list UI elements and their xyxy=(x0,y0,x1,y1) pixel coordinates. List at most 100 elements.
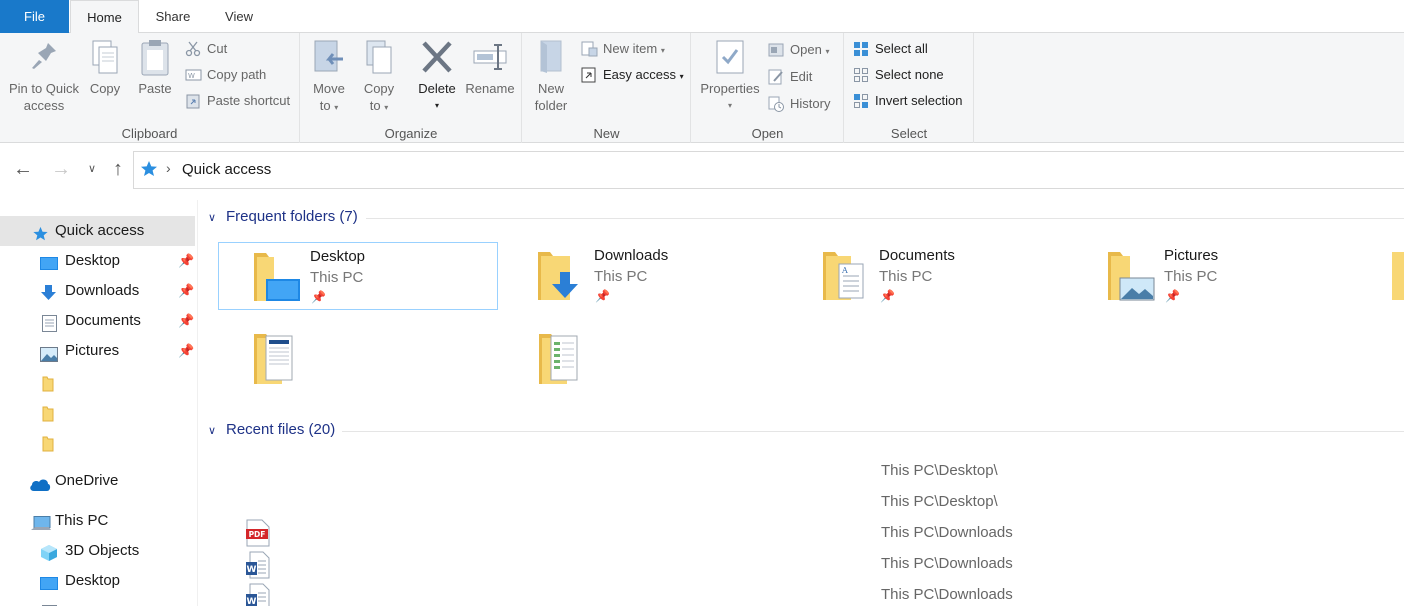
edit-icon xyxy=(768,69,785,85)
new-group-label: New xyxy=(593,126,620,141)
open-button[interactable]: Open ▾ xyxy=(768,39,829,61)
tile-name: Documents xyxy=(879,247,955,264)
forward-arrow-icon[interactable]: → xyxy=(49,157,73,181)
scissors-icon xyxy=(185,41,202,57)
copy-button[interactable]: Copy xyxy=(85,37,125,97)
select-all-button[interactable]: Select all xyxy=(853,38,928,60)
onedrive-cloud-icon xyxy=(29,473,51,491)
sidebar-item-quick-access[interactable]: Quick access xyxy=(0,216,195,246)
sidebar-item-onedrive[interactable]: OneDrive xyxy=(0,466,195,496)
pictures-folder-icon xyxy=(1106,250,1155,301)
desktop-icon xyxy=(40,573,58,590)
collapse-chevron-icon: ∨ xyxy=(208,425,217,437)
delete-label: Delete xyxy=(418,81,456,96)
pin-label-line1: Pin to Quick xyxy=(8,81,80,96)
paste-button[interactable]: Paste xyxy=(134,37,176,97)
sidebar-item-folder[interactable] xyxy=(0,426,195,456)
edit-button[interactable]: Edit xyxy=(768,66,812,88)
new-group: New folder New item ▾ Easy access ▾ New xyxy=(523,33,691,143)
tile-name: Downloads xyxy=(594,247,669,264)
cut-button[interactable]: Cut xyxy=(185,38,227,60)
sidebar-item-label: Quick access xyxy=(55,222,145,239)
pin-icon[interactable]: 📌 xyxy=(178,306,194,336)
easy-access-button[interactable]: Easy access ▾ xyxy=(581,64,684,86)
sidebar-item-this-pc[interactable]: This PC xyxy=(0,506,195,536)
sidebar-item-folder[interactable] xyxy=(0,366,195,396)
copy-to-line1: Copy xyxy=(363,81,395,96)
folder-icon xyxy=(42,433,59,452)
documents-icon xyxy=(42,313,59,332)
tab-share[interactable]: Share xyxy=(140,0,206,33)
sidebar-item-label: 3D Objects xyxy=(65,542,140,559)
up-arrow-icon[interactable]: ↑ xyxy=(106,157,130,181)
pin-icon[interactable]: 📌 xyxy=(178,336,194,366)
select-none-button[interactable]: Select none xyxy=(853,64,944,86)
sidebar-item-desktop-pc[interactable]: Desktop xyxy=(0,566,195,596)
recent-files-title: Recent files (20) xyxy=(226,421,336,438)
folder-tile-pictures[interactable]: Pictures This PC 📌 xyxy=(1073,242,1353,310)
back-arrow-icon[interactable]: ← xyxy=(11,157,35,181)
folder-tile-downloads[interactable]: Downloads This PC 📌 xyxy=(503,242,783,310)
paste-shortcut-label: Paste shortcut xyxy=(207,93,291,108)
folder-with-spreadsheet-icon[interactable] xyxy=(537,330,587,386)
tab-home[interactable]: Home xyxy=(70,0,139,34)
tab-file[interactable]: File xyxy=(0,0,69,33)
ribbon: Pin to Quick access Copy Paste Cut W Cop… xyxy=(0,33,1404,143)
select-group-label: Select xyxy=(890,126,928,141)
select-all-icon xyxy=(853,41,870,57)
move-to-button[interactable]: Move to ▾ xyxy=(309,37,349,116)
copy-to-button[interactable]: Copy to ▾ xyxy=(359,37,399,116)
pin-icon[interactable]: 📌 xyxy=(178,246,194,276)
sidebar-item-pictures[interactable]: Pictures 📌 xyxy=(0,336,195,366)
new-folder-button[interactable]: New folder xyxy=(531,37,571,114)
rename-label: Rename xyxy=(465,81,515,96)
word-file-icon[interactable]: W xyxy=(246,551,270,579)
recent-file-path: This PC\Desktop\ xyxy=(881,493,998,510)
history-button[interactable]: History xyxy=(768,93,830,115)
section-divider xyxy=(366,218,1404,219)
folder-tile-documents[interactable]: A Documents This PC 📌 xyxy=(788,242,1068,310)
sidebar-item-documents[interactable]: Documents 📌 xyxy=(0,306,195,336)
new-folder-icon xyxy=(533,37,569,77)
address-bar[interactable]: › Quick access xyxy=(133,151,1404,189)
sidebar-item-label: This PC xyxy=(55,512,109,529)
rename-button[interactable]: Rename xyxy=(465,37,515,97)
properties-button[interactable]: Properties ▾ xyxy=(698,37,762,114)
sidebar-item-desktop[interactable]: Desktop 📌 xyxy=(0,246,195,276)
recent-locations-chevron-icon[interactable]: ∨ xyxy=(80,157,104,181)
folder-icon[interactable] xyxy=(1390,250,1404,300)
folder-with-documents-icon[interactable] xyxy=(252,330,302,386)
invert-selection-button[interactable]: Invert selection xyxy=(853,90,962,112)
delete-button[interactable]: Delete ▾ xyxy=(415,37,459,114)
dropdown-caret-icon: ▾ xyxy=(727,101,732,110)
tab-view[interactable]: View xyxy=(206,0,272,33)
recent-file-path: This PC\Downloads xyxy=(881,586,1013,603)
copy-label: Copy xyxy=(89,81,121,96)
invert-selection-label: Invert selection xyxy=(875,93,963,108)
breadcrumb-quick-access[interactable]: Quick access xyxy=(182,161,271,178)
downloads-arrow-icon xyxy=(40,283,57,300)
sidebar-item-3d-objects[interactable]: 3D Objects xyxy=(0,536,195,566)
section-divider xyxy=(342,431,1404,432)
pin-to-quick-access-button[interactable]: Pin to Quick access xyxy=(6,37,82,114)
clipboard-group-label: Clipboard xyxy=(121,126,178,141)
desktop-icon xyxy=(40,253,58,270)
pin-icon[interactable]: 📌 xyxy=(178,276,194,306)
copy-path-button[interactable]: W Copy path xyxy=(185,64,266,86)
word-badge: W xyxy=(247,565,257,575)
pdf-file-icon[interactable]: PDF xyxy=(246,519,270,547)
move-to-icon xyxy=(311,37,347,77)
sidebar-item-label: Pictures xyxy=(65,342,120,359)
new-item-icon xyxy=(581,41,598,57)
word-file-icon[interactable]: W xyxy=(246,583,270,606)
sidebar-item-folder[interactable] xyxy=(0,396,195,426)
new-item-button[interactable]: New item ▾ xyxy=(581,38,665,60)
tile-location: This PC xyxy=(310,269,364,286)
sidebar-item-documents-pc[interactable] xyxy=(0,596,195,606)
folder-tile-desktop[interactable]: Desktop This PC 📌 xyxy=(218,242,498,310)
paste-shortcut-button[interactable]: Paste shortcut xyxy=(185,90,290,112)
paste-label: Paste xyxy=(138,81,172,96)
sidebar-item-label: Documents xyxy=(65,312,141,329)
sidebar-item-downloads[interactable]: Downloads 📌 xyxy=(0,276,195,306)
open-group: Properties ▾ Open ▾ Edit History Open xyxy=(692,33,844,143)
